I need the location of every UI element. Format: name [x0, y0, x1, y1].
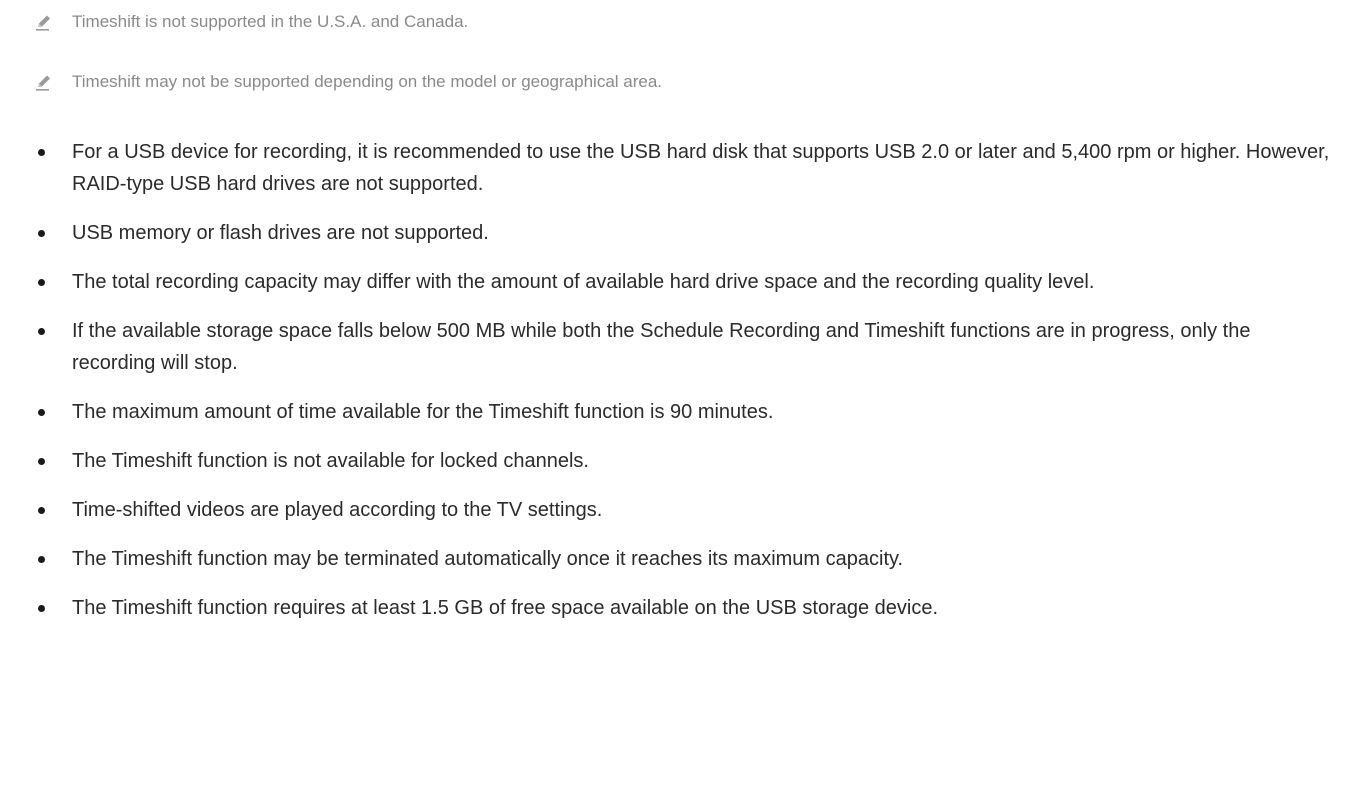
- list-item: The total recording capacity may differ …: [38, 266, 1338, 298]
- list-item: The maximum amount of time available for…: [38, 396, 1338, 428]
- pencil-note-icon: [36, 75, 50, 91]
- note-text: Timeshift may not be supported depending…: [72, 72, 663, 91]
- note-2: Timeshift may not be supported depending…: [34, 70, 662, 94]
- note-text: Timeshift is not supported in the U.S.A.…: [72, 12, 469, 31]
- list-item-text: The total recording capacity may differ …: [72, 271, 1095, 293]
- bullet-dot-icon: [38, 507, 45, 514]
- bullet-dot-icon: [38, 605, 45, 612]
- list-item: The Timeshift function is not available …: [38, 445, 1338, 477]
- pencil-note-icon: [36, 15, 50, 31]
- note-1: Timeshift is not supported in the U.S.A.…: [34, 10, 468, 34]
- bullet-dot-icon: [38, 328, 45, 335]
- bullet-dot-icon: [38, 279, 45, 286]
- list-item: The Timeshift function may be terminated…: [38, 543, 1338, 575]
- bullet-dot-icon: [38, 149, 45, 156]
- document-page: Timeshift is not supported in the U.S.A.…: [0, 0, 1365, 787]
- list-item-text: For a USB device for recording, it is re…: [72, 141, 1330, 195]
- list-item: For a USB device for recording, it is re…: [38, 136, 1338, 200]
- bullet-dot-icon: [38, 458, 45, 465]
- list-item: Time-shifted videos are played according…: [38, 494, 1338, 526]
- list-item-text: The maximum amount of time available for…: [72, 401, 774, 423]
- bullet-list: For a USB device for recording, it is re…: [38, 136, 1338, 641]
- list-item-text: The Timeshift function requires at least…: [72, 597, 939, 619]
- list-item-text: The Timeshift function is not available …: [72, 450, 589, 472]
- list-item: If the available storage space falls bel…: [38, 315, 1338, 379]
- list-item-text: The Timeshift function may be terminated…: [72, 548, 904, 570]
- bullet-dot-icon: [38, 409, 45, 416]
- list-item-text: If the available storage space falls bel…: [72, 320, 1251, 374]
- list-item: USB memory or flash drives are not suppo…: [38, 217, 1338, 249]
- bullet-dot-icon: [38, 230, 45, 237]
- bullet-dot-icon: [38, 556, 45, 563]
- list-item-text: USB memory or flash drives are not suppo…: [72, 222, 489, 244]
- list-item: The Timeshift function requires at least…: [38, 592, 1338, 624]
- list-item-text: Time-shifted videos are played according…: [72, 499, 603, 521]
